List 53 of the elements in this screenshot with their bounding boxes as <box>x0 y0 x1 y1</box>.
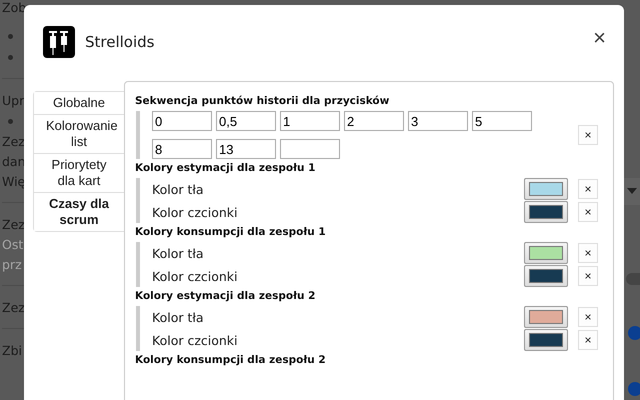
section-heading: Kolory estymacji dla zespołu 2 <box>135 289 316 303</box>
remove-button[interactable]: × <box>578 243 598 263</box>
input-field[interactable]: 2 <box>344 111 404 131</box>
section-heading: Kolory konsumpcji dla zespołu 2 <box>135 353 327 367</box>
section-heading: Kolory estymacji dla zespołu 1 <box>135 161 316 175</box>
field-label: Kolor czcionki <box>152 332 239 348</box>
input-field[interactable]: 1 <box>280 111 340 131</box>
remove-button[interactable]: × <box>578 266 598 286</box>
bullet-icon <box>8 119 13 124</box>
remove-button[interactable]: × <box>578 307 598 327</box>
caret-icon[interactable] <box>627 188 637 194</box>
page-text: Zob <box>2 0 28 17</box>
input-field[interactable]: 13 <box>216 139 276 159</box>
field-label: Kolor czcionki <box>152 204 239 220</box>
bullet-icon <box>8 55 13 60</box>
color-picker[interactable] <box>524 329 568 351</box>
input-field[interactable] <box>280 139 340 159</box>
input-field[interactable]: 5 <box>472 111 532 131</box>
page-text: Wię <box>2 173 26 191</box>
color-picker[interactable] <box>524 242 568 264</box>
page-text: Zez <box>2 133 26 151</box>
color-picker[interactable] <box>524 265 568 287</box>
section-heading: Kolory konsumpcji dla zespołu 1 <box>135 225 327 239</box>
color-picker[interactable] <box>524 306 568 328</box>
slider-thumb[interactable] <box>628 382 640 396</box>
page-text: Upr <box>2 92 26 110</box>
input-field[interactable]: 3 <box>408 111 468 131</box>
color-picker[interactable] <box>524 178 568 200</box>
field-label: Kolor czcionki <box>152 268 239 284</box>
remove-button[interactable]: × <box>578 125 598 145</box>
remove-button[interactable]: × <box>578 330 598 350</box>
color-picker[interactable] <box>524 201 568 223</box>
remove-button[interactable]: × <box>578 179 598 199</box>
dialog-title: Strelloids <box>85 33 156 51</box>
syringe-icon <box>43 26 75 58</box>
section-heading: Sekwencja punktów historii dla przycisków <box>135 94 390 108</box>
page-text: Zbi <box>2 342 23 360</box>
page-text: Zez <box>2 299 26 317</box>
field-label: Kolor tła <box>152 310 205 324</box>
page-text: Zez <box>2 216 26 234</box>
page-text: prz <box>2 256 23 274</box>
bullet-icon <box>8 34 13 39</box>
slider-thumb[interactable] <box>628 326 640 340</box>
input-field[interactable]: 0,5 <box>216 111 276 131</box>
field-label: Kolor tła <box>152 182 205 196</box>
page-text: dan <box>2 153 27 171</box>
input-field[interactable]: 8 <box>152 139 212 159</box>
page-text: Ost <box>2 236 24 254</box>
tab[interactable]: Globalne <box>34 92 124 115</box>
input-field[interactable]: 0 <box>152 111 212 131</box>
close-button[interactable]: × <box>589 27 610 49</box>
field-label: Kolor tła <box>152 246 205 260</box>
remove-button[interactable]: × <box>578 202 598 222</box>
